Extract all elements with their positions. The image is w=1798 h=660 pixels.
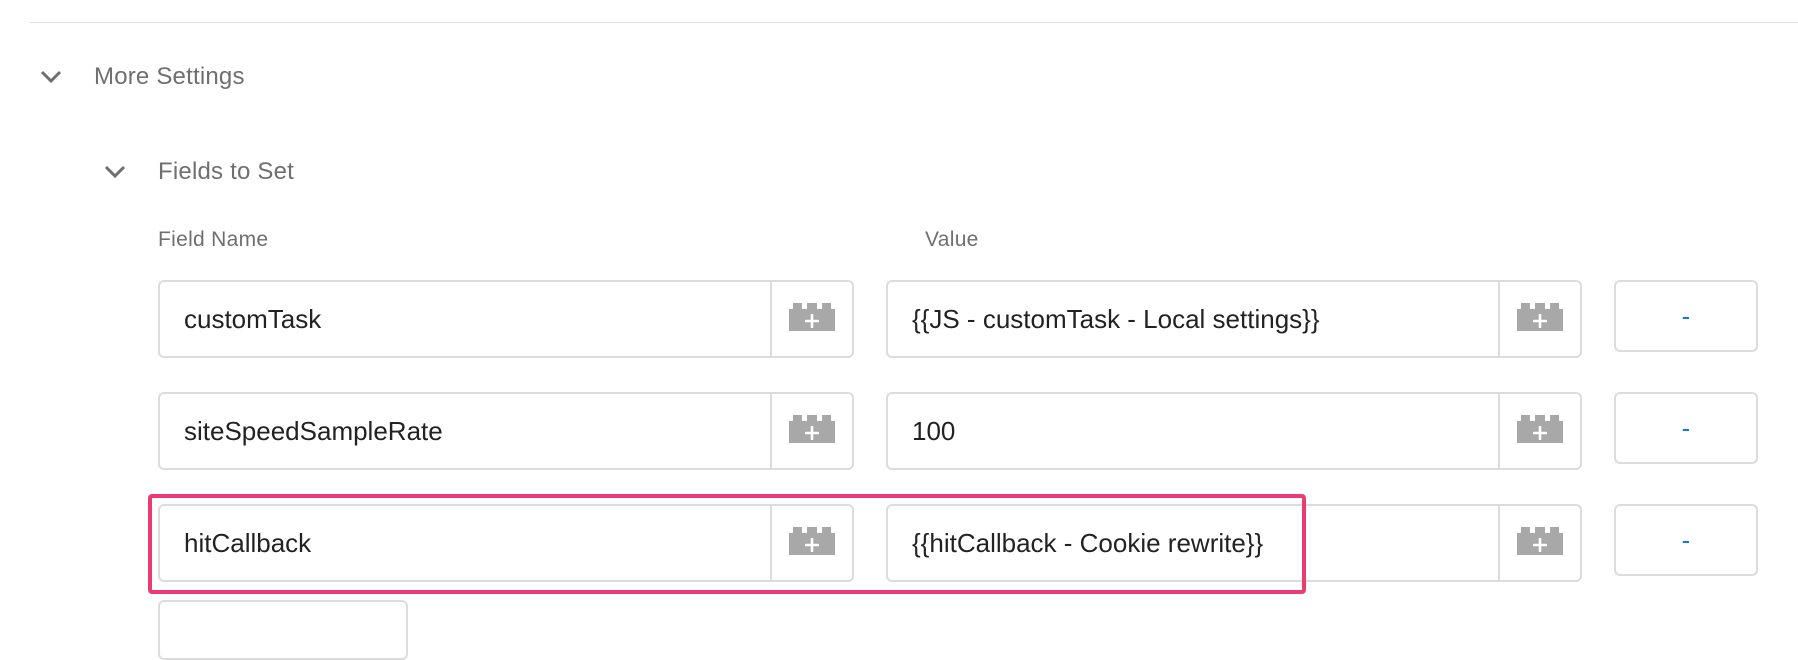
- value-text[interactable]: {{hitCallback - Cookie rewrite}}: [888, 506, 1498, 580]
- chevron-down-icon: [38, 64, 64, 90]
- value-column-label: Value: [925, 228, 979, 251]
- value-text[interactable]: 100: [888, 394, 1498, 468]
- variable-picker-button[interactable]: [1498, 394, 1580, 468]
- field-name-text[interactable]: hitCallback: [160, 506, 770, 580]
- value-input[interactable]: {{hitCallback - Cookie rewrite}}: [886, 504, 1582, 582]
- variable-picker-icon: [789, 302, 835, 336]
- remove-row-button[interactable]: -: [1614, 280, 1758, 352]
- variable-picker-button[interactable]: [770, 506, 852, 580]
- top-divider: [30, 22, 1798, 23]
- variable-picker-icon: [1517, 414, 1563, 448]
- value-input[interactable]: {{JS - customTask - Local settings}}: [886, 280, 1582, 358]
- field-name-column-label: Field Name: [158, 228, 269, 251]
- field-name-text[interactable]: siteSpeedSampleRate: [160, 394, 770, 468]
- variable-picker-icon: [1517, 302, 1563, 336]
- field-name-text[interactable]: customTask: [160, 282, 770, 356]
- more-settings-title: More Settings: [94, 63, 245, 90]
- variable-picker-button[interactable]: [1498, 282, 1580, 356]
- value-text[interactable]: {{JS - customTask - Local settings}}: [888, 282, 1498, 356]
- variable-picker-icon: [789, 526, 835, 560]
- field-name-input[interactable]: customTask: [158, 280, 854, 358]
- fields-to-set-title: Fields to Set: [158, 158, 294, 185]
- variable-picker-icon: [789, 414, 835, 448]
- chevron-down-icon: [102, 159, 128, 185]
- variable-picker-button[interactable]: [1498, 506, 1580, 580]
- variable-picker-button[interactable]: [770, 282, 852, 356]
- remove-row-button[interactable]: -: [1614, 504, 1758, 576]
- variable-picker-button[interactable]: [770, 394, 852, 468]
- field-name-input[interactable]: siteSpeedSampleRate: [158, 392, 854, 470]
- variable-picker-icon: [1517, 526, 1563, 560]
- fields-to-set-toggle[interactable]: Fields to Set: [102, 158, 294, 186]
- add-row-button[interactable]: [158, 600, 408, 660]
- field-name-input[interactable]: hitCallback: [158, 504, 854, 582]
- value-input[interactable]: 100: [886, 392, 1582, 470]
- more-settings-toggle[interactable]: More Settings: [38, 63, 245, 91]
- remove-row-button[interactable]: -: [1614, 392, 1758, 464]
